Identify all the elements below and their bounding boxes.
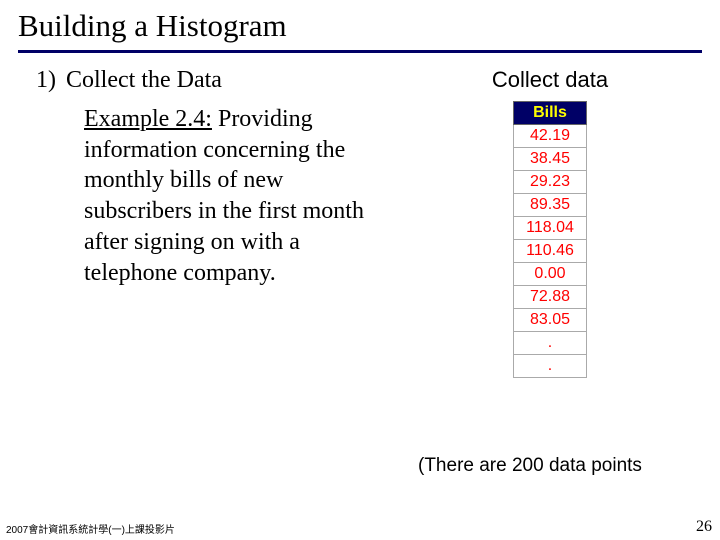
bills-header: Bills <box>514 102 587 125</box>
right-column: Collect data Bills 42.1938.4529.2389.351… <box>415 67 675 378</box>
table-cell: . <box>514 332 587 355</box>
collect-title: Collect data <box>425 67 675 93</box>
table-cell: . <box>514 355 587 378</box>
table-cell: 42.19 <box>514 125 587 148</box>
table-cell: 72.88 <box>514 286 587 309</box>
footer-left: 2007會計資訊系統計學(一)上課投影片 <box>6 521 175 536</box>
table-cell: 89.35 <box>514 194 587 217</box>
example-paragraph: Example 2.4: Providing information conce… <box>20 104 390 288</box>
page-title: Building a Histogram <box>18 8 702 48</box>
table-cell: 0.00 <box>514 263 587 286</box>
table-cell: 118.04 <box>514 217 587 240</box>
table-cell: 29.23 <box>514 171 587 194</box>
bullet-text: Collect the Data <box>66 67 222 94</box>
data-points-note: (There are 200 data points <box>418 455 642 477</box>
example-label: Example 2.4: <box>84 106 212 132</box>
table-cell: 83.05 <box>514 309 587 332</box>
table-cell: 38.45 <box>514 148 587 171</box>
page-number: 26 <box>696 518 712 536</box>
bullet-row: 1) Collect the Data <box>20 67 415 94</box>
bullet-number: 1) <box>20 67 66 94</box>
bills-table: Bills 42.1938.4529.2389.35118.04110.460.… <box>513 101 587 378</box>
example-body: Providing information concerning the mon… <box>84 106 364 286</box>
content-area: 1) Collect the Data Example 2.4: Providi… <box>0 53 720 378</box>
left-column: 1) Collect the Data Example 2.4: Providi… <box>20 67 415 378</box>
table-cell: 110.46 <box>514 240 587 263</box>
